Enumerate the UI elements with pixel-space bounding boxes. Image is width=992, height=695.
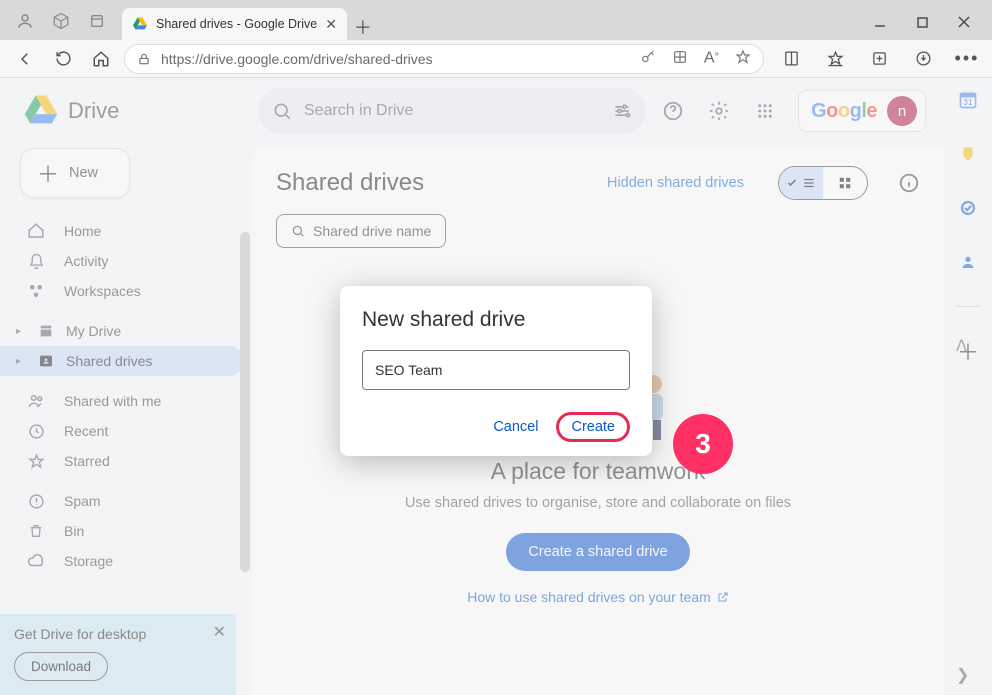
window-close-icon[interactable] — [956, 14, 972, 30]
window-minimize-icon[interactable] — [872, 14, 888, 30]
nav-refresh-button[interactable] — [48, 44, 78, 74]
browser-titlebar: Shared drives - Google Drive ✕ ＋ — [0, 0, 992, 40]
favorite-icon[interactable] — [735, 49, 751, 67]
favorites-icon[interactable] — [820, 44, 850, 74]
new-tab-button[interactable]: ＋ — [347, 14, 379, 40]
step-badge: 3 — [673, 414, 733, 474]
collections-icon[interactable] — [864, 44, 894, 74]
more-menu-icon[interactable]: ••• — [952, 44, 982, 74]
nav-back-button[interactable] — [10, 44, 40, 74]
window-maximize-icon[interactable] — [914, 14, 930, 30]
new-shared-drive-dialog: New shared drive Cancel Create — [340, 286, 652, 456]
tab-title: Shared drives - Google Drive — [156, 17, 317, 31]
read-aloud-icon[interactable]: A» — [704, 49, 719, 67]
key-icon[interactable] — [640, 49, 656, 67]
lock-icon — [137, 52, 151, 66]
address-bar: https://drive.google.com/drive/shared-dr… — [0, 40, 992, 78]
create-button[interactable]: Create — [556, 412, 630, 442]
tabs-icon[interactable] — [88, 12, 106, 30]
profile-icon[interactable] — [16, 12, 34, 30]
cancel-button[interactable]: Cancel — [485, 413, 546, 441]
browser-tab[interactable]: Shared drives - Google Drive ✕ — [122, 8, 347, 40]
extension-icon[interactable] — [672, 49, 688, 67]
url-field[interactable]: https://drive.google.com/drive/shared-dr… — [124, 44, 764, 74]
tab-close-icon[interactable]: ✕ — [325, 16, 337, 33]
reader-icon[interactable] — [776, 44, 806, 74]
shared-drive-name-input[interactable] — [362, 350, 630, 390]
nav-home-button[interactable] — [86, 44, 116, 74]
downloads-icon[interactable] — [908, 44, 938, 74]
dialog-title: New shared drive — [362, 308, 630, 332]
url-text: https://drive.google.com/drive/shared-dr… — [161, 51, 630, 67]
cube-icon[interactable] — [52, 12, 70, 30]
drive-favicon-icon — [132, 16, 148, 32]
